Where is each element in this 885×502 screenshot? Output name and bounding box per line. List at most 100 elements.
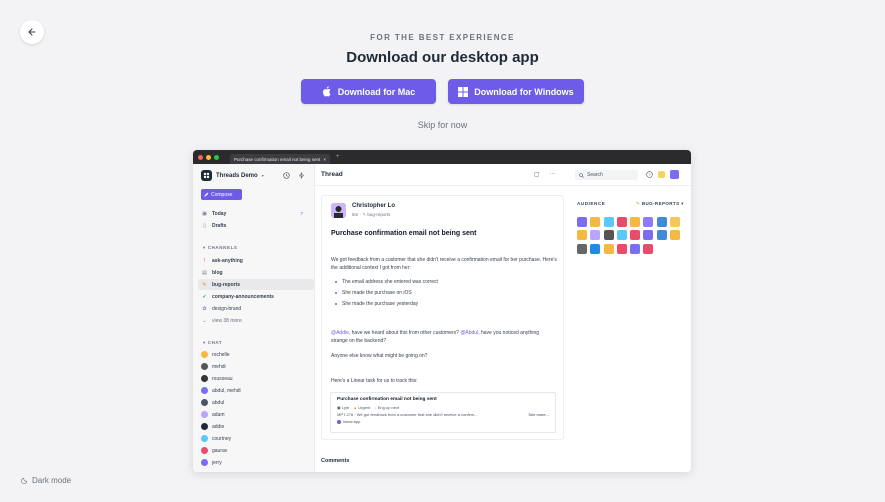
palette-icon: ✿ xyxy=(202,305,207,312)
window-titlebar: Purchase confirmation email not being se… xyxy=(193,150,691,164)
sidebar-item-drafts: ▯ Drafts xyxy=(201,220,307,231)
audience-avatar xyxy=(616,217,627,227)
pencil-icon xyxy=(204,192,209,197)
audience-avatar xyxy=(590,230,601,241)
page-title: Download our desktop app xyxy=(346,49,539,66)
chat-item: addie xyxy=(201,421,307,432)
mention: @Addie xyxy=(331,330,349,336)
search-icon xyxy=(579,172,584,178)
avatar xyxy=(201,447,208,454)
chat-item: gaurav xyxy=(201,445,307,456)
chevron-down-icon: ▾ xyxy=(261,173,264,178)
minimize-dot xyxy=(206,154,211,160)
comments-header: Comments xyxy=(321,458,350,464)
avatar xyxy=(201,411,208,418)
tag-label: Lyle xyxy=(341,405,350,410)
audience-avatar xyxy=(656,217,667,227)
bolt-icon xyxy=(298,172,305,179)
audience-avatars xyxy=(577,217,689,254)
workspace-logo xyxy=(201,170,212,181)
view-more-label: view 38 more xyxy=(212,317,242,324)
chat-label: abdul xyxy=(212,399,225,406)
audience-avatar xyxy=(577,230,587,241)
chevron-down-icon: ⌄ xyxy=(202,317,207,324)
channel-item: ▤ blog xyxy=(201,267,307,278)
audience-avatar xyxy=(643,230,654,241)
linear-tag-team: ◌ Eng up next xyxy=(374,405,399,410)
post-meta: 5m · ✎ bug-reports xyxy=(352,212,391,217)
audience-channel-label: BUG-REPORTS xyxy=(641,201,680,206)
linear-logo-icon xyxy=(337,419,341,424)
chat-item: rochelle xyxy=(201,349,307,360)
bullet-item: She made the purchase on iOS xyxy=(335,290,412,296)
bullet-item: The email address she entered was correc… xyxy=(335,279,438,285)
dark-mode-toggle[interactable]: Dark mode xyxy=(21,476,71,485)
avatar xyxy=(201,423,208,430)
search-placeholder: Search xyxy=(587,172,603,178)
chat-label: addie xyxy=(212,423,225,430)
audience-avatar xyxy=(630,243,641,254)
thread-toolbar: ▢ ··· xyxy=(534,171,556,178)
audience-channel: ✎ BUG-REPORTS ▾ xyxy=(636,201,684,207)
user-icon: ▣ xyxy=(337,405,341,410)
history-icon xyxy=(283,172,290,179)
chat-item: mehdi xyxy=(201,361,307,372)
status-icon: ◌ xyxy=(374,405,377,410)
chat-label: abdul, mehdi xyxy=(212,387,241,394)
download-mac-button[interactable]: Download for Mac xyxy=(301,79,436,104)
avatar xyxy=(201,375,208,382)
close-dot xyxy=(198,154,203,160)
linear-embed: Purchase confirmation email not being se… xyxy=(330,392,556,433)
skip-link[interactable]: Skip for now xyxy=(0,120,885,130)
audience-avatar xyxy=(630,230,641,241)
post-text: , have we heard about this from other cu… xyxy=(348,330,461,336)
document-icon: ▯ xyxy=(203,222,206,229)
chat-header-label: CHAT xyxy=(207,340,223,345)
linear-desc: MPT-276 · We got feedback from a custome… xyxy=(337,412,478,417)
audience-avatar xyxy=(577,217,587,227)
audience-avatar xyxy=(670,217,681,227)
linear-source: linear.app xyxy=(337,419,549,424)
post-time: 5m xyxy=(352,212,359,217)
moon-icon xyxy=(21,477,28,484)
eyebrow-text: FOR THE BEST EXPERIENCE xyxy=(370,33,515,42)
linear-tags: ▣ Lyle ▲ Urgent ◌ Eng up next xyxy=(337,405,549,410)
search-field: Search xyxy=(575,170,638,180)
audience-avatar xyxy=(656,230,667,241)
dark-mode-label: Dark mode xyxy=(32,476,72,485)
audience-avatar xyxy=(643,217,654,227)
author-avatar xyxy=(331,203,346,218)
sidebar: Threads Demo ▾ Compose ▣ Today 7 ▯ Draft… xyxy=(193,164,315,472)
chat-item: jerry xyxy=(201,457,307,468)
chat-label: gaurav xyxy=(212,447,228,454)
comment-icon: ▢ xyxy=(534,172,540,178)
bullet-dot xyxy=(335,303,337,305)
chat-item: abdul, mehdi xyxy=(201,385,307,396)
bullet-dot xyxy=(335,292,337,294)
audience-avatar xyxy=(577,243,587,254)
audience-avatar xyxy=(590,243,601,254)
chevron-down-icon: ▾ xyxy=(681,201,684,206)
thread-title: Thread xyxy=(321,171,343,178)
tab-close-icon: × xyxy=(323,156,326,162)
channel-label: company-announcements xyxy=(212,293,274,300)
channels-header: ▾ CHANNELS xyxy=(203,245,238,250)
sidebar-item-label: Drafts xyxy=(212,222,227,229)
topbar-right: ? xyxy=(646,170,679,179)
audience-avatar xyxy=(603,243,614,254)
window-tab: Purchase confirmation email not being se… xyxy=(230,154,330,164)
post-title: Purchase confirmation email not being se… xyxy=(331,230,477,237)
tag-label: Urgent xyxy=(358,405,371,410)
windows-icon xyxy=(458,86,469,97)
exclamation-icon: ! xyxy=(203,257,206,264)
help-icon: ? xyxy=(646,171,653,178)
download-windows-button[interactable]: Download for Windows xyxy=(448,79,584,104)
audience-avatar xyxy=(590,217,601,227)
post-paragraph: We got feedback from a customer that she… xyxy=(331,257,557,271)
chat-item: adam xyxy=(201,409,307,420)
chat-header: ▾ CHAT xyxy=(203,340,223,345)
channel-label: bug-reports xyxy=(212,281,241,288)
audience-header: AUDIENCE xyxy=(577,201,606,206)
sidebar-toolbar xyxy=(283,172,305,179)
more-icon: ··· xyxy=(549,171,556,177)
